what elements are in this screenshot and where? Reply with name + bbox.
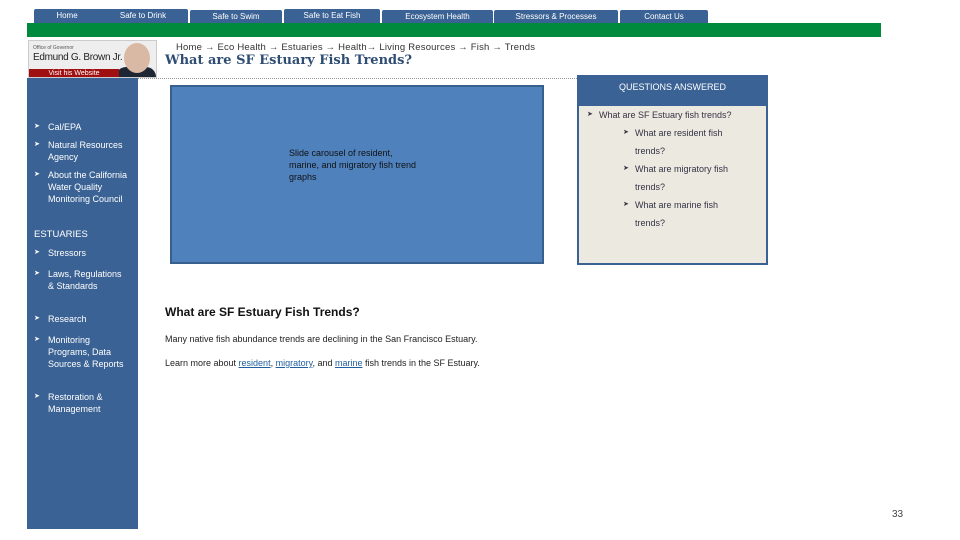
sidebar-item-stressors[interactable]: Stressors — [34, 247, 138, 259]
sidebar-item-about-council[interactable]: About the California Water Quality Monit… — [34, 169, 134, 205]
tab-contact-us[interactable]: Contact Us — [620, 10, 708, 24]
portrait-face — [124, 43, 150, 73]
question-migratory[interactable]: What are migratory fish trends? — [623, 160, 745, 196]
sidebar-item-monitoring[interactable]: Monitoring Programs, Data Sources & Repo… — [34, 334, 134, 370]
sidebar-section-estuaries: ESTUARIES — [34, 229, 88, 240]
governor-banner[interactable]: Office of Governor Edmund G. Brown Jr. V… — [28, 40, 157, 78]
divider — [133, 78, 577, 79]
para2-text: Learn more about — [165, 358, 239, 368]
nav-bar — [27, 23, 881, 37]
sidebar: Cal/EPA Natural Resources Agency About t… — [27, 95, 138, 529]
banner-name: Edmund G. Brown Jr. — [33, 52, 123, 63]
page-number: 33 — [892, 509, 904, 520]
sidebar-item-laws[interactable]: Laws, Regulations & Standards — [34, 268, 124, 292]
fish-trend-carousel[interactable]: Slide carousel of resident, marine, and … — [170, 85, 544, 264]
tab-ecosystem-health[interactable]: Ecosystem Health — [382, 10, 493, 24]
tab-stressors-processes[interactable]: Stressors & Processes — [494, 10, 618, 24]
breadcrumb[interactable]: Home → Eco Health → Estuaries → Health→ … — [176, 42, 535, 53]
question-main[interactable]: What are SF Estuary fish trends? — [587, 106, 732, 124]
questions-header: QUESTIONS ANSWERED — [618, 82, 726, 92]
migratory-link[interactable]: migratory — [276, 358, 313, 368]
question-marine[interactable]: What are marine fish trends? — [623, 196, 735, 232]
banner-office: Office of Governor — [33, 45, 74, 51]
content-paragraph-1: Many native fish abundance trends are de… — [165, 334, 478, 344]
sidebar-item-calepa[interactable]: Cal/EPA — [34, 121, 138, 133]
sidebar-item-research[interactable]: Research — [34, 313, 138, 325]
resident-link[interactable]: resident — [239, 358, 271, 368]
question-resident[interactable]: What are resident fish trends? — [623, 124, 745, 160]
para2-sep: , and — [312, 358, 335, 368]
tab-home[interactable]: Home — [34, 9, 100, 23]
questions-answered-panel: QUESTIONS ANSWERED What are SF Estuary f… — [577, 75, 768, 265]
banner-link[interactable]: Visit his Website — [29, 69, 119, 77]
page-title: What are SF Estuary Fish Trends? — [165, 53, 413, 68]
sidebar-item-natural-resources[interactable]: Natural Resources Agency — [34, 139, 134, 163]
sidebar-item-restoration[interactable]: Restoration & Management — [34, 391, 124, 415]
marine-link[interactable]: marine — [335, 358, 363, 368]
content-paragraph-2: Learn more about resident, migratory, an… — [165, 358, 480, 368]
sidebar-header — [27, 78, 138, 95]
tab-safe-to-swim[interactable]: Safe to Swim — [190, 10, 282, 24]
tab-safe-to-eat-fish[interactable]: Safe to Eat Fish — [284, 9, 380, 23]
content-heading: What are SF Estuary Fish Trends? — [165, 305, 360, 319]
carousel-placeholder-text: Slide carousel of resident, marine, and … — [289, 148, 417, 182]
tab-safe-to-drink[interactable]: Safe to Drink — [98, 9, 188, 23]
para2-text: fish trends in the SF Estuary. — [362, 358, 480, 368]
